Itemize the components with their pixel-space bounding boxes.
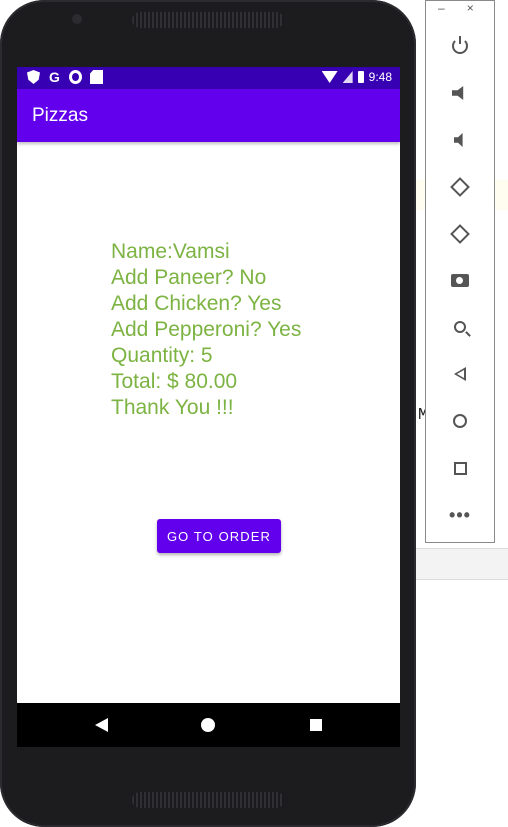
- rotate-left-button[interactable]: [448, 175, 472, 199]
- app-title: Pizzas: [32, 105, 88, 126]
- rotate-right-button[interactable]: [448, 222, 472, 246]
- close-button[interactable]: ×: [467, 1, 474, 15]
- phone-frame: G 9:48 Pizzas Name:Vamsi Add Paneer? No …: [0, 0, 416, 827]
- rotate-right-icon: [450, 224, 470, 244]
- status-bar: G 9:48: [17, 67, 400, 89]
- window-controls: – ×: [438, 1, 474, 15]
- status-system: 9:48: [321, 70, 392, 84]
- sd-card-icon: [90, 70, 103, 84]
- volume-up-icon: [452, 86, 464, 100]
- summary-name: Name:Vamsi: [111, 240, 230, 263]
- overview-icon: [453, 461, 467, 475]
- bottom-speaker: [132, 792, 284, 808]
- summary-total: Total: $ 80.00: [111, 370, 238, 393]
- zoom-button[interactable]: [448, 315, 472, 339]
- wifi-icon: [321, 71, 338, 83]
- more-button[interactable]: •••: [448, 503, 472, 527]
- back-icon[interactable]: [95, 718, 108, 732]
- rotate-left-icon: [450, 177, 470, 197]
- overview-button[interactable]: [448, 456, 472, 480]
- go-to-order-button[interactable]: GO TO ORDER: [157, 519, 281, 553]
- status-time: 9:48: [368, 70, 392, 84]
- zoom-icon: [454, 321, 466, 333]
- camera-icon: [451, 273, 469, 287]
- navigation-bar: [17, 703, 400, 747]
- minimize-button[interactable]: –: [438, 1, 445, 15]
- back-button[interactable]: [448, 362, 472, 386]
- summary-pepperoni: Add Pepperoni? Yes: [111, 318, 302, 341]
- battery-icon: [357, 71, 364, 83]
- status-notifications: G: [27, 70, 103, 84]
- summary-quantity: Quantity: 5: [111, 344, 213, 367]
- summary-paneer: Add Paneer? No: [111, 266, 267, 289]
- emulator-toolbar: – × •••: [425, 0, 495, 543]
- google-icon: G: [49, 69, 60, 85]
- volume-down-button[interactable]: [448, 128, 472, 152]
- volume-up-button[interactable]: [448, 81, 472, 105]
- volume-down-icon: [453, 133, 463, 147]
- device-screen: G 9:48 Pizzas Name:Vamsi Add Paneer? No …: [17, 67, 400, 747]
- home-icon: [453, 414, 467, 428]
- shield-icon: [27, 70, 40, 84]
- circle-notification-icon: [69, 70, 82, 84]
- home-button[interactable]: [448, 409, 472, 433]
- app-bar: Pizzas: [17, 89, 400, 142]
- screenshot-button[interactable]: [448, 268, 472, 292]
- back-icon: [454, 367, 466, 381]
- order-summary: Name:Vamsi Add Paneer? No Add Chicken? Y…: [111, 239, 301, 421]
- power-icon: [452, 36, 468, 54]
- editor-band: [416, 548, 508, 580]
- power-button[interactable]: [448, 34, 472, 58]
- more-icon: •••: [449, 505, 471, 525]
- summary-chicken: Add Chicken? Yes: [111, 292, 282, 315]
- signal-icon: [342, 71, 353, 83]
- front-camera: [72, 14, 82, 24]
- overview-icon[interactable]: [310, 719, 322, 731]
- top-speaker: [132, 12, 284, 28]
- emulator-window: M i G 9:48 Piz: [0, 0, 508, 827]
- home-icon[interactable]: [201, 718, 215, 732]
- summary-thanks: Thank You !!!: [111, 396, 234, 419]
